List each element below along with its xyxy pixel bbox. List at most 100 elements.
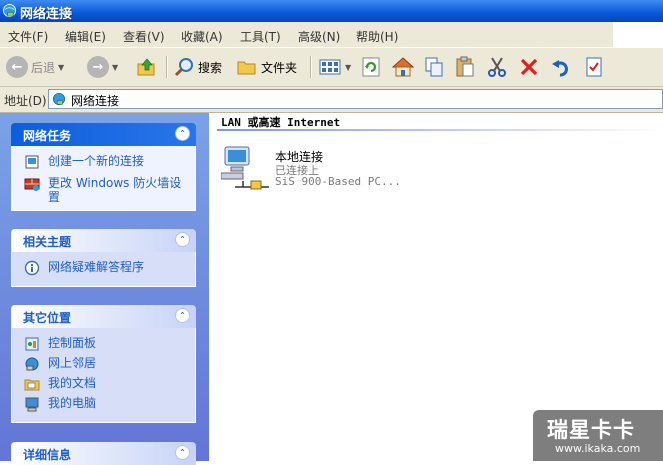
place-control-panel[interactable]: 控制面板 <box>12 336 195 356</box>
back-label: 后退 <box>31 60 56 75</box>
copy-icon <box>425 57 443 77</box>
documents-folder-icon <box>24 379 40 391</box>
task-label: 网络疑难解答程序 <box>48 260 145 274</box>
firewall-icon <box>24 178 40 191</box>
task-troubleshooter[interactable]: 网络疑难解答程序 <box>12 260 195 280</box>
search-icon <box>174 58 193 77</box>
control-panel-icon <box>25 337 39 351</box>
views-button[interactable]: ▼ <box>318 54 351 80</box>
panel-details: 详细信息 ⌃ <box>11 442 196 465</box>
place-label: 我的电脑 <box>48 396 97 410</box>
panel-header-related-topics[interactable]: 相关主题 ⌃ <box>11 229 196 252</box>
delete-button[interactable] <box>518 54 540 80</box>
panel-header-details[interactable]: 详细信息 ⌃ <box>11 442 196 465</box>
forward-arrow-icon: → <box>87 56 109 78</box>
network-globe-icon <box>25 357 39 371</box>
panel-body: 控制面板 网上邻居 我的文档 我的电脑 <box>11 328 196 423</box>
scissors-icon <box>488 57 506 77</box>
panel-title: 相关主题 <box>23 235 72 249</box>
panel-body: 网络疑难解答程序 <box>11 252 196 287</box>
paste-icon <box>456 56 474 77</box>
undo-icon <box>552 60 568 77</box>
help-info-icon <box>24 260 40 276</box>
menu-bar: 文件(F) 编辑(E) 查看(V) 收藏(A) 工具(T) 高级(N) 帮助(H… <box>0 22 663 48</box>
toolbar-separator <box>166 56 168 78</box>
menu-help[interactable]: 帮助(H) <box>356 28 398 45</box>
panel-title: 详细信息 <box>23 448 72 462</box>
back-button[interactable]: ← 后退 ▼ <box>6 54 64 80</box>
place-network-neighborhood[interactable]: 网上邻居 <box>12 356 195 376</box>
menu-edit[interactable]: 编辑(E) <box>65 28 106 45</box>
collapse-chevron-icon[interactable]: ⌃ <box>175 232 190 247</box>
folder-icon <box>237 61 256 75</box>
forward-button[interactable]: → ▼ <box>87 54 118 80</box>
menu-favorites[interactable]: 收藏(A) <box>181 28 223 45</box>
address-bar: 地址(D) 网络连接 <box>0 87 663 113</box>
task-create-connection[interactable]: 创建一个新的连接 <box>12 154 195 174</box>
search-label: 搜索 <box>198 60 223 75</box>
computer-icon <box>25 397 39 412</box>
refresh-icon <box>362 57 380 77</box>
group-header: LAN 或高速 Internet <box>221 116 341 129</box>
title-bar: 网络连接 <box>0 0 663 22</box>
panel-header-network-tasks[interactable]: 网络任务 ⌃ <box>11 123 196 146</box>
back-arrow-icon: ← <box>6 56 28 78</box>
place-label: 控制面板 <box>48 336 97 350</box>
menu-view[interactable]: 查看(V) <box>123 28 165 45</box>
network-connections-icon <box>52 92 66 106</box>
toolbar: ← 后退 ▼ → ▼ 搜索 文件夹 ▼ <box>0 48 663 87</box>
connection-device: SiS 900-Based PC... <box>275 175 401 188</box>
collapse-chevron-icon[interactable]: ⌃ <box>175 445 190 460</box>
task-pane: 网络任务 ⌃ 创建一个新的连接 更改 Windows 防火墙设置 相关主题 ⌃ … <box>0 113 209 465</box>
folder-up-icon <box>137 58 155 76</box>
address-input[interactable]: 网络连接 <box>48 89 663 109</box>
menu-advanced[interactable]: 高级(N) <box>298 28 340 45</box>
panel-body: 创建一个新的连接 更改 Windows 防火墙设置 <box>11 146 196 211</box>
menu-file[interactable]: 文件(F) <box>8 28 48 45</box>
task-firewall-settings[interactable]: 更改 Windows 防火墙设置 <box>12 176 195 204</box>
watermark-brand: 瑞星卡卡 <box>547 418 635 442</box>
undo-button[interactable] <box>550 54 572 80</box>
menu-tools[interactable]: 工具(T) <box>240 28 281 45</box>
chevron-down-icon: ▼ <box>112 62 119 72</box>
watermark: 瑞星卡卡 www.ikaka.com <box>533 410 663 461</box>
folders-label: 文件夹 <box>261 60 298 75</box>
up-button[interactable] <box>136 54 158 80</box>
place-label: 我的文档 <box>48 376 97 390</box>
panel-network-tasks: 网络任务 ⌃ 创建一个新的连接 更改 Windows 防火墙设置 <box>11 123 196 211</box>
group-divider <box>217 129 663 131</box>
home-button[interactable] <box>391 54 415 80</box>
home-icon <box>391 57 415 77</box>
panel-title: 网络任务 <box>23 129 72 143</box>
place-my-documents[interactable]: 我的文档 <box>12 376 195 396</box>
chevron-down-icon: ▼ <box>345 62 352 72</box>
toolbar-separator <box>310 56 312 78</box>
task-label: 更改 Windows 防火墙设置 <box>48 176 182 204</box>
delete-x-icon <box>520 58 538 76</box>
folders-button[interactable]: 文件夹 <box>236 54 297 80</box>
chevron-down-icon: ▼ <box>58 62 65 72</box>
cut-button[interactable] <box>486 54 508 80</box>
place-label: 网上邻居 <box>48 356 97 370</box>
content-area: LAN 或高速 Internet 本地连接 已连接上 SiS 900-Based… <box>209 113 663 461</box>
task-label: 创建一个新的连接 <box>48 154 145 168</box>
new-connection-icon <box>25 155 39 169</box>
properties-button[interactable] <box>583 54 605 80</box>
views-icon <box>319 59 341 75</box>
panel-header-other-places[interactable]: 其它位置 ⌃ <box>11 305 196 328</box>
panel-related-topics: 相关主题 ⌃ 网络疑难解答程序 <box>11 229 196 287</box>
place-my-computer[interactable]: 我的电脑 <box>12 396 195 416</box>
address-label: 地址(D) <box>4 94 47 108</box>
collapse-chevron-icon[interactable]: ⌃ <box>175 308 190 323</box>
lan-connection-icon <box>221 146 269 190</box>
collapse-chevron-icon[interactable]: ⌃ <box>175 126 190 141</box>
copy-to-button[interactable] <box>423 54 445 80</box>
panel-title: 其它位置 <box>23 311 72 325</box>
paste-button[interactable] <box>454 54 476 80</box>
search-button[interactable]: 搜索 <box>173 54 222 80</box>
refresh-button[interactable] <box>360 54 382 80</box>
properties-icon <box>586 57 602 77</box>
watermark-url: www.ikaka.com <box>555 442 641 455</box>
window-title: 网络连接 <box>20 7 73 22</box>
panel-other-places: 其它位置 ⌃ 控制面板 网上邻居 我的文档 我的电脑 <box>11 305 196 423</box>
